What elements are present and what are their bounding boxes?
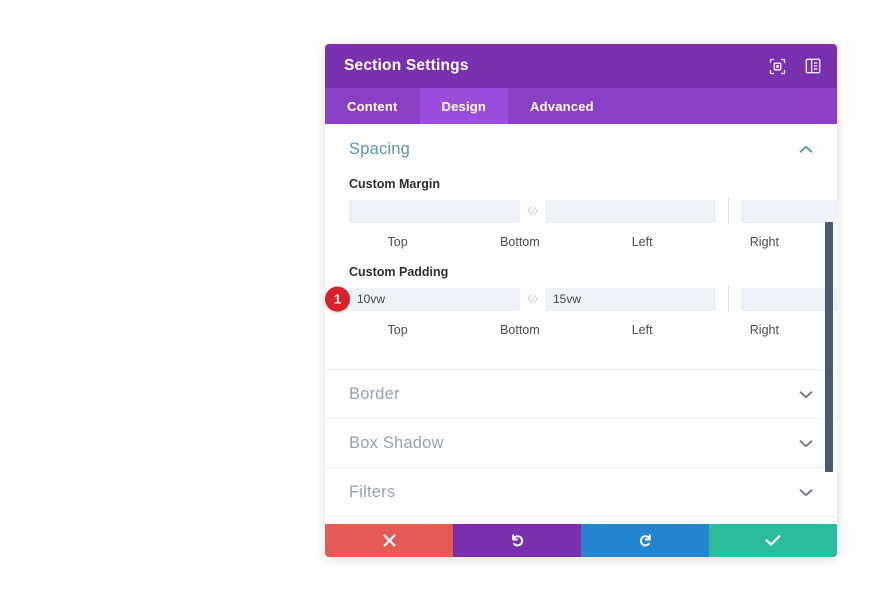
panel-tabs: Content Design Advanced xyxy=(325,88,837,124)
panel-titlebar: Section Settings xyxy=(325,44,837,88)
custom-margin-label: Custom Margin xyxy=(349,177,440,191)
section-animation[interactable]: Animation xyxy=(325,516,837,524)
padding-top-input[interactable] xyxy=(349,287,520,311)
undo-arrow-icon xyxy=(510,533,525,548)
padding-left-right-pair: 〈/〉 xyxy=(741,287,837,311)
margin-top-input[interactable] xyxy=(349,199,520,223)
redo-arrow-icon xyxy=(638,533,653,548)
scrollbar-track[interactable] xyxy=(825,124,835,524)
custom-padding-inputs: 1 〈/〉 〈/〉 xyxy=(325,286,837,312)
chevron-up-icon[interactable] xyxy=(799,145,813,154)
custom-margin-labels: Top Bottom Left Right xyxy=(349,229,813,255)
custom-margin-inputs: 〈/〉 〈/〉 xyxy=(349,198,837,224)
section-box-shadow-title: Box Shadow xyxy=(349,433,444,452)
padding-top-bottom-pair: 〈/〉 xyxy=(349,287,716,311)
section-filters[interactable]: Filters xyxy=(325,467,837,516)
tab-content[interactable]: Content xyxy=(325,88,420,124)
section-settings-panel: Section Settings Content Design Advanced… xyxy=(325,44,837,557)
divider xyxy=(728,286,729,312)
margin-top-label: Top xyxy=(387,235,408,249)
undo-button[interactable] xyxy=(453,524,581,557)
margin-left-right-pair: 〈/〉 xyxy=(741,199,837,223)
cancel-button[interactable] xyxy=(325,524,453,557)
custom-padding-label: Custom Padding xyxy=(349,265,449,279)
section-spacing-header[interactable]: Spacing xyxy=(349,140,813,167)
margin-top-bottom-pair: 〈/〉 xyxy=(349,199,716,223)
label-divider-spacer xyxy=(581,229,582,255)
section-border[interactable]: Border xyxy=(325,369,837,418)
margin-bottom-input[interactable] xyxy=(545,199,716,223)
redo-button[interactable] xyxy=(581,524,709,557)
link-icon[interactable]: 〈/〉 xyxy=(520,204,545,218)
panel-title: Section Settings xyxy=(344,57,469,74)
padding-bottom-label: Bottom xyxy=(500,323,540,337)
panel-body: Spacing Custom Margin 〈/〉 Top Bottom Lef… xyxy=(325,124,837,524)
section-filters-title: Filters xyxy=(349,482,396,501)
collapsed-sections: Border Box Shadow Filters xyxy=(325,369,837,524)
section-spacing: Spacing Custom Margin 〈/〉 Top Bottom Lef… xyxy=(325,124,837,347)
padding-left-label: Left xyxy=(631,323,653,337)
margin-left-input[interactable] xyxy=(741,199,837,223)
section-box-shadow[interactable]: Box Shadow xyxy=(325,418,837,467)
chevron-down-icon[interactable] xyxy=(799,439,813,448)
section-border-title: Border xyxy=(349,384,400,403)
chevron-down-icon[interactable] xyxy=(799,488,813,497)
tab-design[interactable]: Design xyxy=(419,88,509,124)
chevron-down-icon[interactable] xyxy=(799,390,813,399)
margin-bottom-label: Bottom xyxy=(500,235,540,249)
margin-right-label: Right xyxy=(749,235,779,249)
section-spacing-title: Spacing xyxy=(349,140,411,158)
close-x-icon xyxy=(383,534,396,547)
padding-left-input[interactable] xyxy=(741,287,837,311)
scrollbar-thumb[interactable] xyxy=(825,222,833,472)
panel-footer xyxy=(325,524,837,557)
titlebar-actions xyxy=(769,58,821,75)
step-badge: 1 xyxy=(325,286,350,312)
save-button[interactable] xyxy=(709,524,837,557)
custom-padding-labels: Top Bottom Left Right xyxy=(349,317,813,343)
screen: Section Settings Content Design Advanced… xyxy=(0,0,880,607)
checkmark-icon xyxy=(765,534,781,547)
padding-top-label: Top xyxy=(387,323,408,337)
tab-advanced[interactable]: Advanced xyxy=(508,88,616,124)
padding-right-label: Right xyxy=(749,323,779,337)
margin-left-label: Left xyxy=(631,235,653,249)
layout-columns-icon[interactable] xyxy=(804,58,821,75)
padding-bottom-input[interactable] xyxy=(545,287,716,311)
link-icon[interactable]: 〈/〉 xyxy=(520,292,545,306)
focus-target-icon[interactable] xyxy=(769,58,786,75)
divider xyxy=(728,198,729,224)
label-divider-spacer xyxy=(581,317,582,343)
